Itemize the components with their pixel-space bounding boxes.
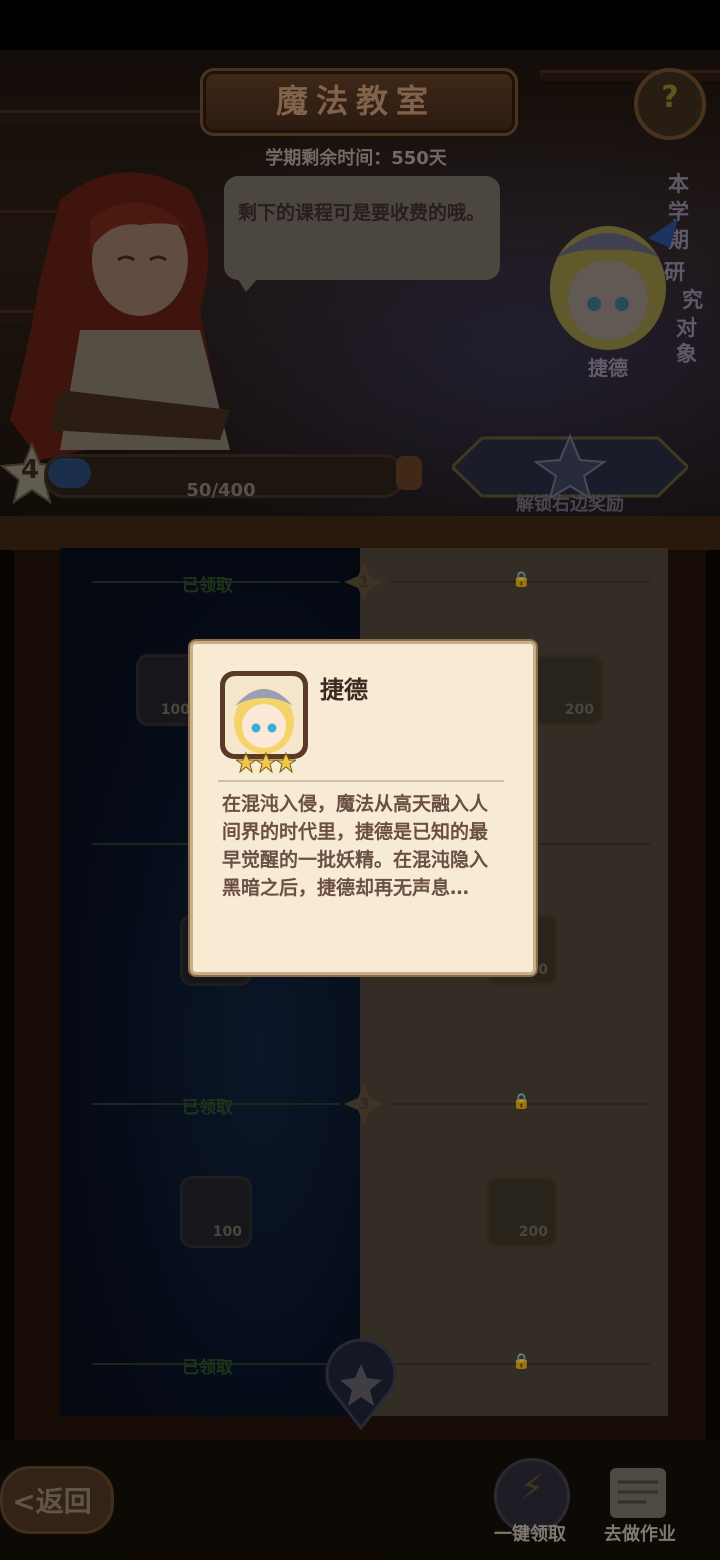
character-avatar-icon [234, 689, 294, 754]
character-portrait [225, 676, 303, 754]
top-status-bar [0, 0, 720, 50]
character-description: 在混沌入侵，魔法从高天融入人间界的时代里，捷德是已知的最早觉醒的一批妖精。在混沌… [222, 793, 489, 899]
character-name: 捷德 [320, 676, 368, 704]
rarity-stars [236, 752, 296, 774]
popup-divider [218, 780, 504, 782]
